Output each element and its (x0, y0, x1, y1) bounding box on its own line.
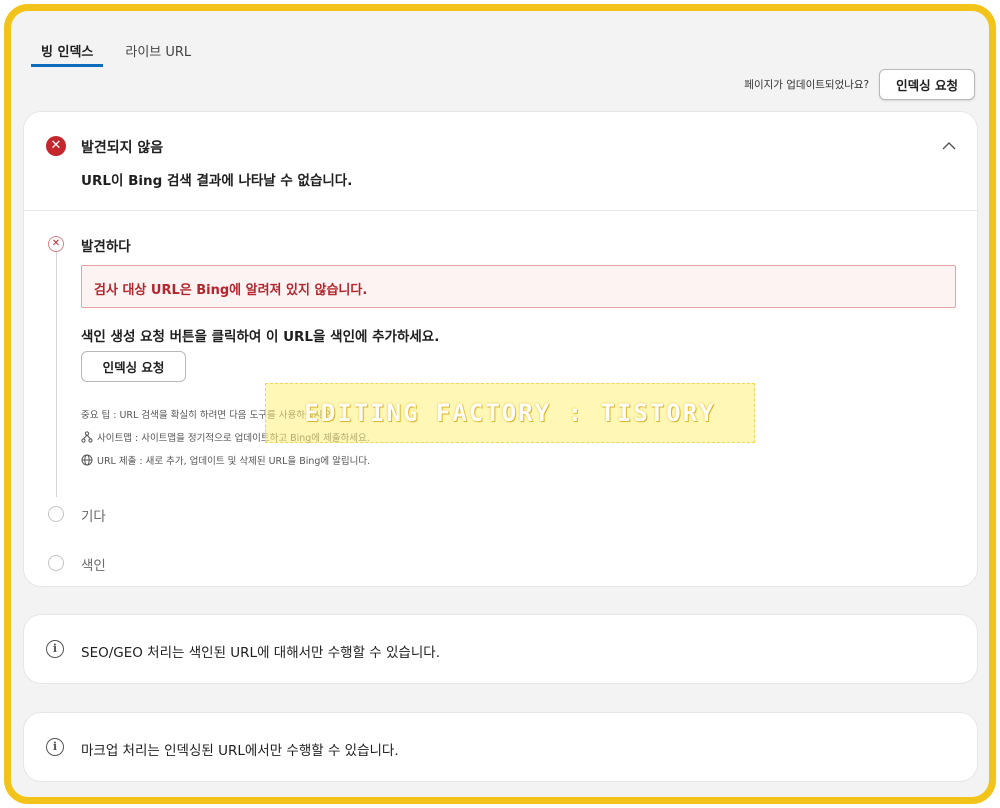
timeline-line (56, 252, 57, 497)
tab-bar: 빙 인덱스 라이브 URL (31, 33, 201, 67)
info-text: 마크업 처리는 인덱싱된 URL에서만 수행할 수 있습니다. (81, 743, 399, 759)
error-alert: 검사 대상 URL은 Bing에 알려져 있지 않습니다. (81, 265, 956, 308)
chevron-up-icon[interactable] (941, 138, 957, 154)
tip-row: URL 제출 : 새로 추가, 업데이트 및 삭제된 URL을 Bing에 알립… (81, 448, 370, 471)
sitemap-icon (81, 430, 93, 443)
watermark-text: EDITING FACTORY : TISTORY (304, 399, 716, 427)
content-area: 빙 인덱스 라이브 URL 페이지가 업데이트되었나요? 인덱싱 요청 ✕ 발견… (11, 11, 989, 797)
tip-text: URL 제출 : 새로 추가, 업데이트 및 삭제된 URL을 Bing에 알립… (97, 455, 371, 467)
info-icon: i (46, 738, 64, 756)
step-error-icon: ✕ (48, 236, 64, 252)
error-icon: ✕ (46, 136, 66, 156)
status-card: ✕ 발견되지 않음 URL이 Bing 검색 결과에 나타날 수 없습니다. ✕… (23, 111, 978, 587)
step-index-label: 색인 (81, 558, 106, 574)
info-icon: i (46, 640, 64, 658)
step-pending-icon (48, 506, 64, 522)
info-text: SEO/GEO 처리는 색인된 URL에 대해서만 수행할 수 있습니다. (81, 645, 440, 661)
info-card-seo: i SEO/GEO 처리는 색인된 URL에 대해서만 수행할 수 있습니다. (23, 614, 978, 684)
status-subtitle: URL이 Bing 검색 결과에 나타날 수 없습니다. (81, 173, 353, 189)
status-header: ✕ 발견되지 않음 URL이 Bing 검색 결과에 나타날 수 없습니다. (24, 112, 977, 211)
tab-live-url[interactable]: 라이브 URL (115, 33, 201, 67)
request-indexing-button-inline[interactable]: 인덱싱 요청 (81, 351, 186, 382)
step-discover-label: 발견하다 (81, 239, 131, 255)
step-wait-label: 기다 (81, 509, 106, 525)
globe-icon (81, 454, 93, 465)
update-row: 페이지가 업데이트되었나요? 인덱싱 요청 (744, 69, 975, 100)
update-question: 페이지가 업데이트되었나요? (744, 79, 870, 91)
info-card-markup: i 마크업 처리는 인덱싱된 URL에서만 수행할 수 있습니다. (23, 712, 978, 782)
request-indexing-button[interactable]: 인덱싱 요청 (879, 69, 975, 100)
step-pending-icon (48, 555, 64, 571)
tab-bing-index[interactable]: 빙 인덱스 (31, 33, 104, 67)
status-title: 발견되지 않음 (81, 140, 164, 156)
watermark: EDITING FACTORY : TISTORY (265, 383, 755, 443)
alert-message: 검사 대상 URL은 Bing에 알려져 있지 않습니다. (94, 283, 368, 298)
instruction-text: 색인 생성 요청 버튼을 클릭하여 이 URL을 색인에 추가하세요. (81, 329, 440, 345)
screenshot-frame: 빙 인덱스 라이브 URL 페이지가 업데이트되었나요? 인덱싱 요청 ✕ 발견… (4, 4, 996, 804)
